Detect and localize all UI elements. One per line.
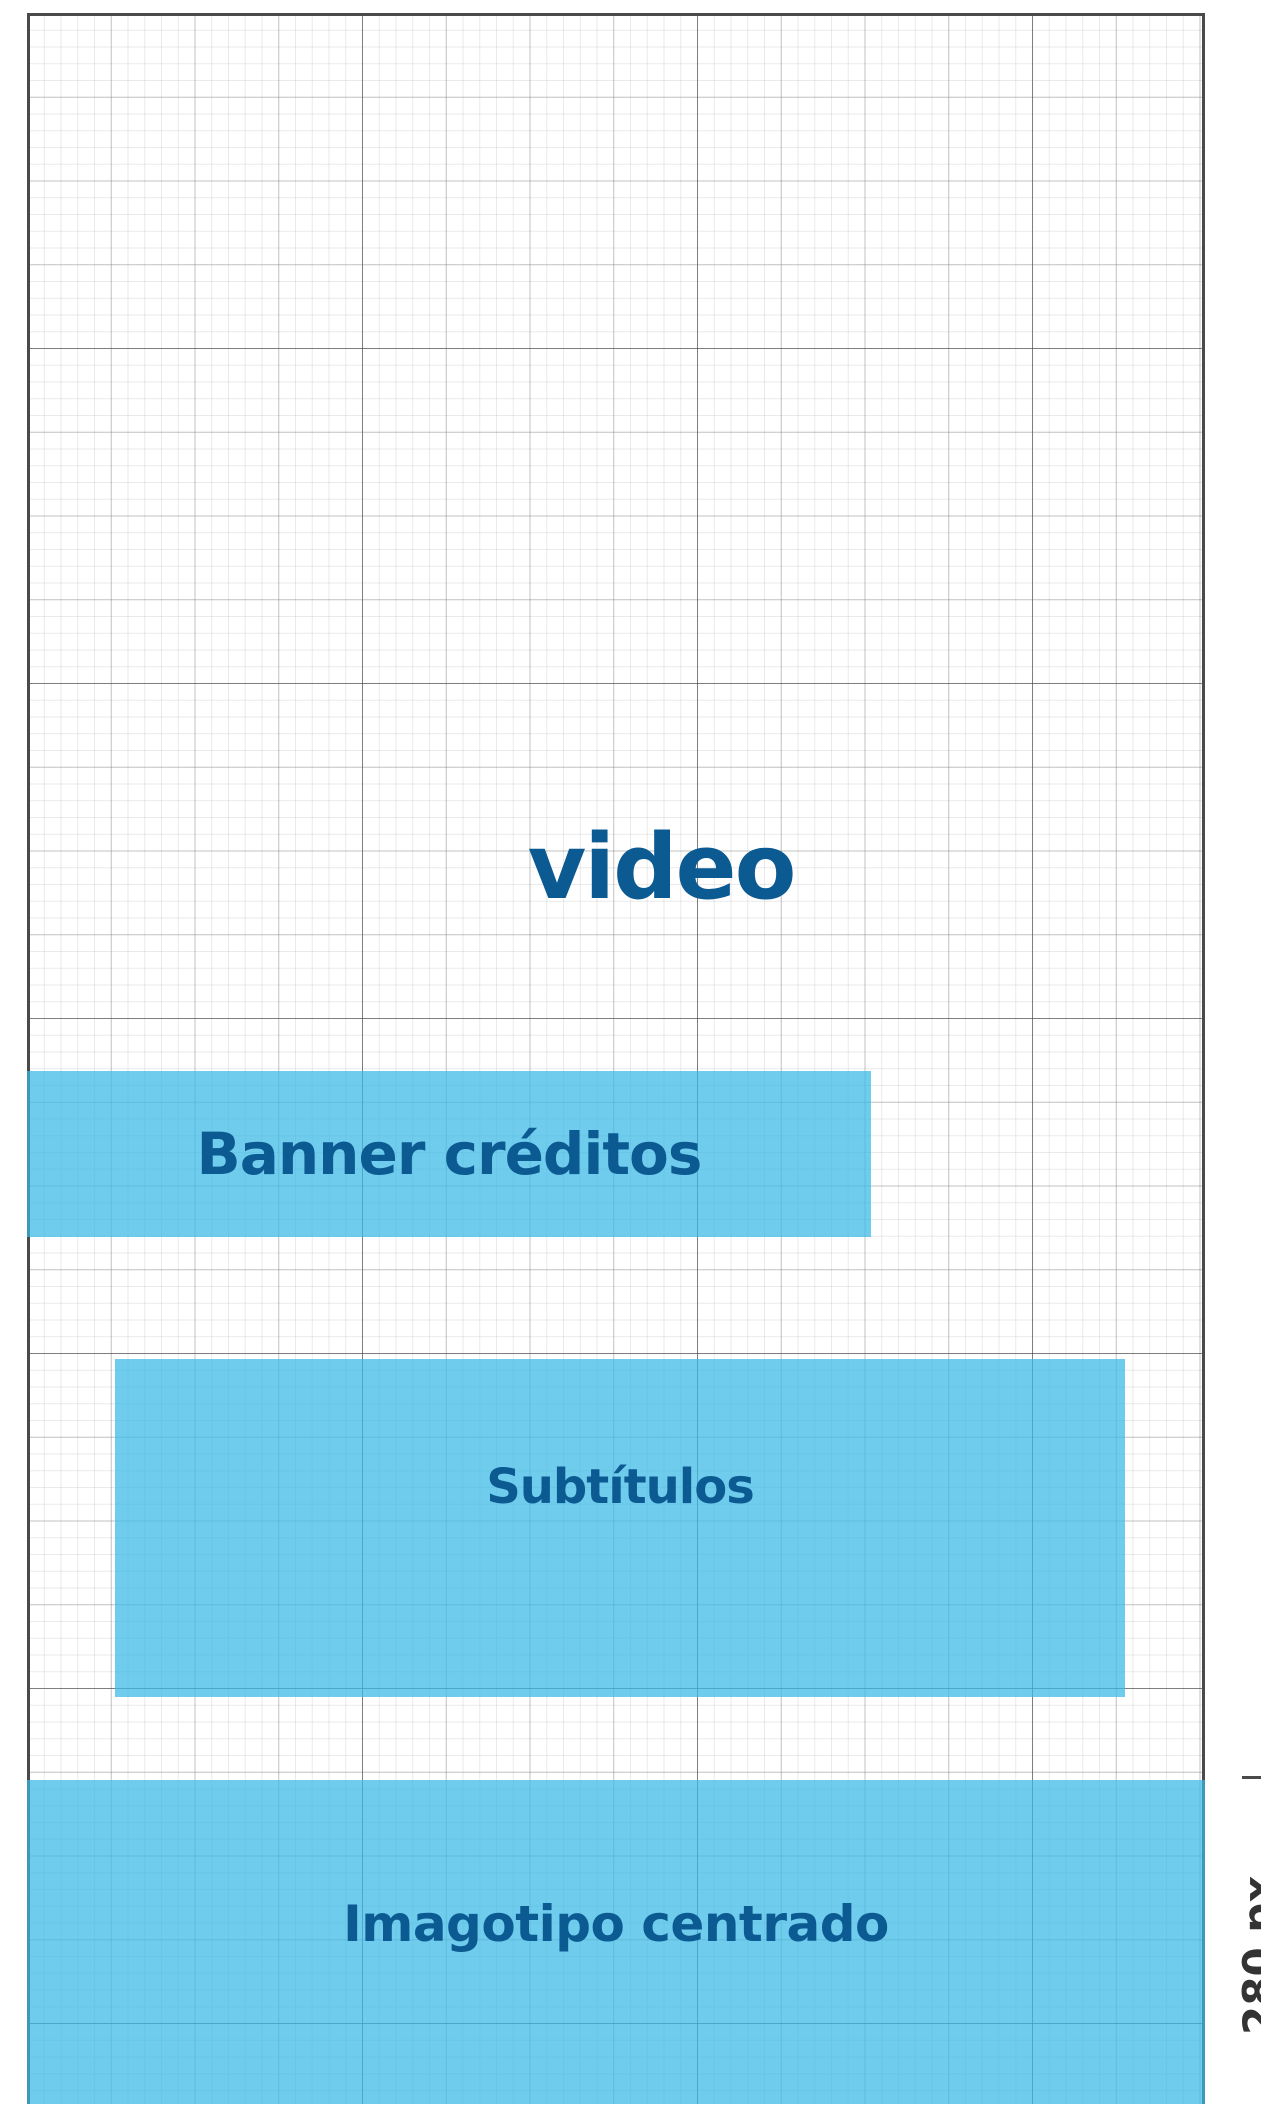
banner-credits-label: Banner créditos	[196, 1120, 703, 1188]
centered-logo-label: Imagotipo centrado	[343, 1895, 889, 1953]
dimension-tick	[1242, 1776, 1261, 1779]
subtitles-zone: Subtítulos	[115, 1359, 1125, 1697]
banner-credits-zone: Banner créditos	[27, 1071, 871, 1237]
subtitles-label: Subtítulos	[486, 1459, 755, 1515]
centered-logo-zone: Imagotipo centrado	[27, 1780, 1205, 2104]
video-label: video	[527, 815, 797, 920]
dimension-label: 280 px	[1234, 1875, 1261, 2035]
